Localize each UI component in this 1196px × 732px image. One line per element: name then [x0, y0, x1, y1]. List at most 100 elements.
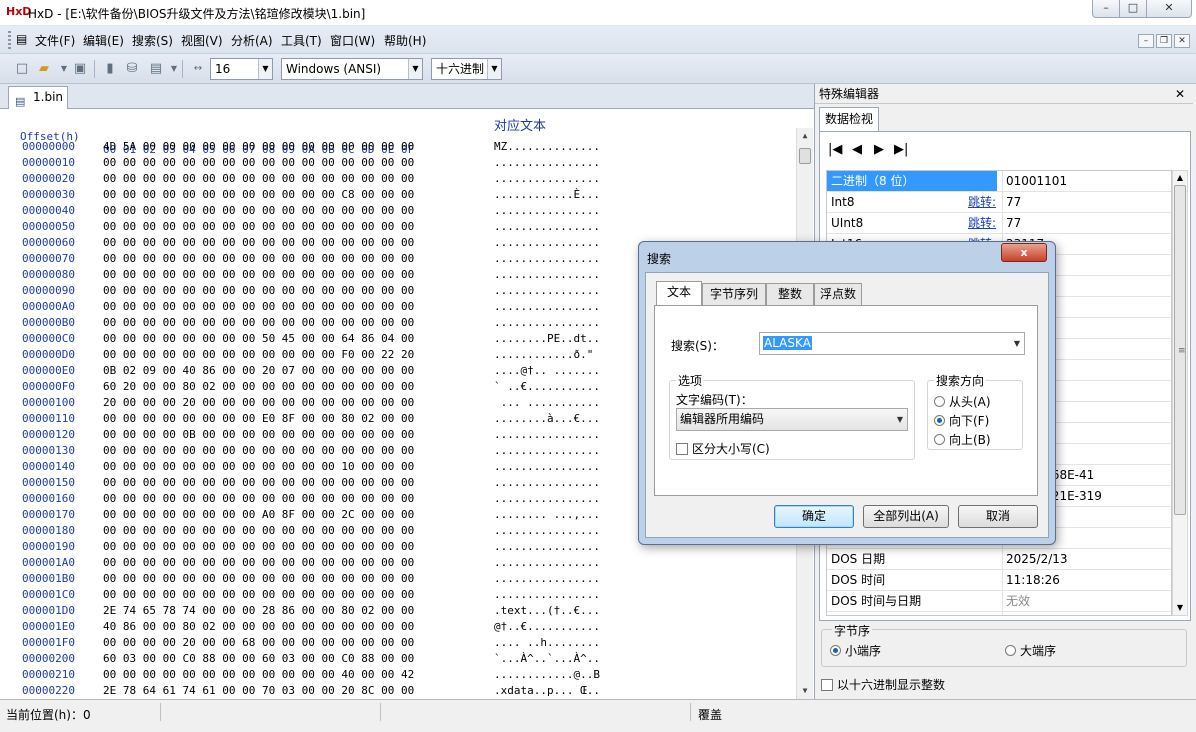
row-bytes[interactable]: 00 00 00 00 00 00 00 00 00 00 00 00 00 0…: [103, 156, 414, 169]
menu-view[interactable]: 视图(V): [181, 32, 223, 49]
disk-icon[interactable]: ⛁: [124, 61, 140, 77]
hex-integers-checkbox[interactable]: 以十六进制显示整数: [821, 676, 945, 693]
row-bytes[interactable]: 00 00 00 00 00 00 00 00 00 00 00 00 40 0…: [103, 668, 414, 681]
tab-integer[interactable]: 整数: [766, 283, 814, 305]
inspector-row[interactable]: 二进制（8 位） 01001101: [827, 171, 1171, 192]
direction-up-radio[interactable]: 向上(B): [934, 431, 991, 448]
scroll-down-icon[interactable]: ▼: [797, 683, 813, 699]
scroll-thumb[interactable]: [799, 148, 811, 164]
inspector-value[interactable]: 77: [1002, 213, 1171, 233]
row-bytes[interactable]: 00 00 00 00 00 00 00 00 00 00 00 00 00 0…: [103, 284, 414, 297]
export-dropdown-icon[interactable]: ▼: [166, 61, 182, 77]
row-text[interactable]: ................: [494, 572, 600, 585]
list-all-button[interactable]: 全部列出(A): [863, 505, 949, 528]
row-text[interactable]: ................: [494, 556, 600, 569]
row-text[interactable]: ............ð.": [494, 348, 600, 361]
row-text[interactable]: ................: [494, 172, 600, 185]
next-icon[interactable]: ▶: [874, 142, 884, 157]
row-text[interactable]: ................: [494, 236, 600, 249]
cancel-button[interactable]: 取消: [958, 505, 1038, 528]
new-file-icon[interactable]: □: [14, 61, 30, 77]
inspector-row[interactable]: Int8 跳转: 77: [827, 192, 1171, 213]
row-bytes[interactable]: 00 00 00 00 00 00 00 00 00 00 00 00 10 0…: [103, 460, 414, 473]
tab-text[interactable]: 文本: [656, 281, 702, 306]
tab-data-inspector[interactable]: 数据检视: [819, 107, 879, 131]
ok-button[interactable]: 确定: [774, 505, 854, 528]
inspector-value[interactable]: 11:18:26: [1002, 570, 1171, 590]
open-file-icon[interactable]: ▰: [36, 61, 52, 77]
offset-base-combo[interactable]: 十六进制 ▼: [431, 58, 502, 80]
row-bytes[interactable]: 00 00 00 00 00 00 00 00 00 00 00 00 00 0…: [103, 316, 414, 329]
row-bytes[interactable]: 00 00 00 00 00 00 00 00 00 00 00 00 00 0…: [103, 252, 414, 265]
row-bytes[interactable]: 00 00 00 00 0B 00 00 00 00 00 00 00 00 0…: [103, 428, 414, 441]
inspector-value[interactable]: 77: [1002, 192, 1171, 212]
row-text[interactable]: `...À^..`...À^..: [494, 652, 600, 665]
row-text[interactable]: ................: [494, 156, 600, 169]
chevron-down-icon[interactable]: ▼: [1014, 333, 1020, 354]
row-bytes[interactable]: 00 00 00 00 00 00 00 00 00 00 00 00 00 0…: [103, 588, 414, 601]
minimize-button[interactable]: –: [1092, 0, 1120, 18]
row-text[interactable]: .text...(†..€...: [494, 604, 600, 617]
row-text[interactable]: ........ ...,...: [494, 508, 600, 521]
row-bytes[interactable]: 20 00 00 00 20 00 00 00 00 00 00 00 00 0…: [103, 396, 414, 409]
row-text[interactable]: ................: [494, 524, 600, 537]
last-icon[interactable]: ▶|: [894, 142, 908, 157]
row-text[interactable]: ................: [494, 316, 600, 329]
row-text[interactable]: ................: [494, 588, 600, 601]
inspector-row[interactable]: UInt8 跳转: 77: [827, 213, 1171, 234]
direction-start-radio[interactable]: 从头(A): [934, 393, 991, 410]
big-endian-radio[interactable]: 大端序: [1005, 642, 1056, 659]
row-text[interactable]: .... ..h........: [494, 636, 600, 649]
menu-edit[interactable]: 编辑(E): [83, 32, 124, 49]
row-bytes[interactable]: 00 00 00 00 00 00 00 00 E0 8F 00 00 80 0…: [103, 412, 414, 425]
inspector-scrollbar[interactable]: ▲ ≡ ▼: [1172, 170, 1188, 616]
menu-search[interactable]: 搜索(S): [132, 32, 173, 49]
row-bytes[interactable]: 2E 74 65 78 74 00 00 00 28 86 00 00 80 0…: [103, 604, 414, 617]
row-bytes[interactable]: 40 86 00 00 80 02 00 00 00 00 00 00 00 0…: [103, 620, 414, 633]
row-bytes[interactable]: 00 00 00 00 00 00 00 00 00 00 00 00 00 0…: [103, 556, 414, 569]
row-bytes[interactable]: 4D 5A 00 00 00 00 00 00 00 00 00 00 00 0…: [103, 140, 414, 153]
bytes-per-row-combo[interactable]: 16 ▼: [210, 58, 273, 80]
row-bytes[interactable]: 2E 78 64 61 74 61 00 00 70 03 00 00 20 8…: [103, 684, 414, 697]
open-dropdown-icon[interactable]: ▼: [56, 61, 72, 77]
dialog-close-button[interactable]: x: [1001, 243, 1047, 262]
row-bytes[interactable]: 00 00 00 00 00 00 00 00 00 00 00 00 00 0…: [103, 268, 414, 281]
tab-float[interactable]: 浮点数: [814, 283, 862, 305]
row-text[interactable]: ................: [494, 268, 600, 281]
menu-window[interactable]: 窗口(W): [330, 32, 375, 49]
row-text[interactable]: ................: [494, 204, 600, 217]
row-bytes[interactable]: 00 00 00 00 00 00 00 00 00 00 00 00 00 0…: [103, 492, 414, 505]
row-text[interactable]: ................: [494, 220, 600, 233]
encoding-select[interactable]: 编辑器所用编码 ▼: [676, 408, 908, 431]
case-sensitive-checkbox[interactable]: 区分大小写(C): [676, 440, 770, 457]
menu-analysis[interactable]: 分析(A): [231, 32, 273, 49]
row-text[interactable]: ................: [494, 444, 600, 457]
scroll-down-icon[interactable]: ▼: [1173, 601, 1187, 615]
jump-link[interactable]: 跳转:: [968, 192, 996, 212]
ram-icon[interactable]: ▮: [102, 61, 118, 77]
direction-down-radio[interactable]: 向下(F): [934, 412, 989, 429]
close-icon[interactable]: ✕: [1175, 84, 1185, 104]
row-text[interactable]: ........PE..dt..: [494, 332, 600, 345]
row-text[interactable]: ....@†.. .......: [494, 364, 600, 377]
inspector-value[interactable]: 01001101: [1002, 171, 1171, 191]
jump-link[interactable]: 跳转:: [968, 213, 996, 233]
row-bytes[interactable]: 00 00 00 00 00 00 00 00 50 45 00 00 64 8…: [103, 332, 414, 345]
scroll-up-icon[interactable]: ▲: [797, 128, 813, 144]
row-bytes[interactable]: 00 00 00 00 00 00 00 00 00 00 00 00 00 0…: [103, 540, 414, 553]
row-bytes[interactable]: 00 00 00 00 00 00 00 00 00 00 00 00 00 0…: [103, 220, 414, 233]
search-input[interactable]: ALASKA ▼: [759, 332, 1025, 355]
row-bytes[interactable]: 00 00 00 00 00 00 00 00 00 00 00 00 C8 0…: [103, 188, 414, 201]
row-bytes[interactable]: 60 03 00 00 C0 88 00 00 60 03 00 00 C0 8…: [103, 652, 414, 665]
row-text[interactable]: ................: [494, 476, 600, 489]
tab-byte-sequence[interactable]: 字节序列: [702, 283, 766, 305]
row-text[interactable]: ................: [494, 300, 600, 313]
menu-tools[interactable]: 工具(T): [281, 32, 322, 49]
mdi-minimize-button[interactable]: –: [1138, 34, 1154, 48]
row-text[interactable]: ........à...€...: [494, 412, 600, 425]
inspector-value[interactable]: 无效: [1002, 591, 1171, 611]
row-bytes[interactable]: 00 00 00 00 00 00 00 00 00 00 00 00 00 0…: [103, 300, 414, 313]
scroll-thumb[interactable]: ≡: [1174, 185, 1186, 515]
row-text[interactable]: ................: [494, 252, 600, 265]
row-text[interactable]: ................: [494, 284, 600, 297]
